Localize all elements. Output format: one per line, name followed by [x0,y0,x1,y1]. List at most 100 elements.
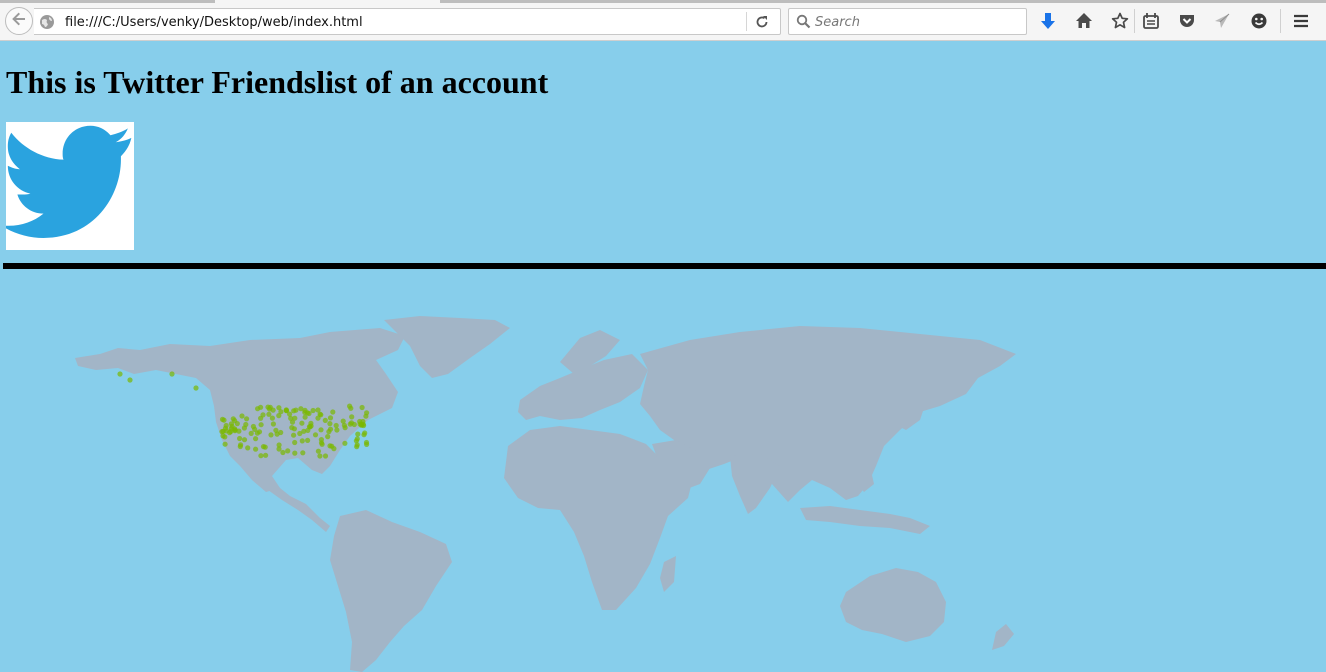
friend-location-dot [306,410,312,417]
friend-location-dot [317,453,323,459]
friend-location-dot [278,429,284,436]
menu-icon[interactable] [1291,11,1311,31]
friend-location-dot [308,423,314,429]
friend-location-dot [258,422,264,428]
friend-location-dot [334,427,340,433]
friend-location-dot [263,452,269,458]
friend-location-dot [291,408,297,414]
world-map [75,316,1016,672]
friend-location-dot [270,421,276,427]
tab-strip-edge [0,0,215,3]
friend-location-dot [258,453,264,459]
friend-location-dot [262,444,268,450]
friend-location-dot [241,437,248,443]
friend-location-dot [169,371,175,377]
friend-location-dot [299,420,305,426]
friend-location-dot [222,434,228,440]
friend-location-dot [292,450,298,456]
friend-location-dot [349,414,355,420]
friend-location-dot [342,440,348,446]
friend-location-dot [280,449,286,456]
friend-location-dot [315,415,321,421]
north-america [75,328,405,492]
twitter-bird-icon [6,125,132,238]
bookmark-star-icon[interactable] [1110,11,1130,31]
search-bar[interactable]: Search [788,8,1027,35]
friend-location-dot [117,371,123,377]
friend-location-dot [327,415,334,421]
friend-location-dot [239,413,245,419]
friend-location-dot [238,442,244,448]
friend-location-dot [330,409,336,415]
url-text[interactable]: file:///C:/Users/venky/Desktop/web/index… [65,15,363,30]
friend-location-dot [245,445,251,451]
friend-location-dot [250,423,256,430]
friend-location-dot [268,432,274,438]
friend-location-dot [237,435,243,442]
greenland [384,316,510,378]
friend-location-dot [363,439,370,446]
reading-list-icon[interactable] [1141,11,1161,31]
friend-location-dot [362,430,368,436]
friend-location-dot [322,453,329,459]
send-icon[interactable] [1212,11,1232,31]
friend-location-dot [273,427,279,433]
friend-location-dot [340,418,346,424]
friend-location-dot [291,432,297,438]
friend-location-dot [342,425,348,431]
friend-location-dot [285,448,291,454]
tab-strip-edge [440,0,1326,3]
friend-location-dot [287,411,293,417]
horizontal-rule [3,263,1326,269]
friend-location-dot [266,411,272,417]
friend-location-dot [298,406,304,412]
new-zealand [992,624,1014,650]
download-icon[interactable] [1038,11,1058,31]
friend-location-dot [297,430,303,437]
toolbar-separator [1134,9,1135,33]
url-bar[interactable]: file:///C:/Users/venky/Desktop/web/index… [34,8,781,35]
url-separator [746,12,747,31]
friend-location-dot [266,406,273,412]
back-icon [11,11,27,32]
friend-location-dot [232,418,238,424]
friend-location-dot [364,410,370,416]
friend-location-dot [258,415,264,421]
friend-location-dot [193,385,199,391]
australia [840,568,946,642]
friend-location-dot [289,419,296,425]
friend-location-dot [243,421,249,428]
friend-location-dot [318,440,325,446]
search-placeholder: Search [815,15,860,30]
smiley-icon[interactable] [1249,11,1269,31]
friend-location-dot [256,429,263,435]
friend-location-dot [276,446,282,452]
friend-location-dot [327,421,333,427]
twitter-logo [6,122,134,250]
central-america [268,480,330,532]
home-icon[interactable] [1074,11,1094,31]
friend-location-dot [253,446,259,452]
friend-location-dot [299,438,305,444]
friend-location-dot [357,418,363,425]
friend-location-dot [325,434,331,440]
back-button[interactable] [5,7,33,35]
friend-location-dot [127,377,133,383]
friend-location-dot [327,426,334,432]
toolbar-separator [1280,9,1281,33]
friend-location-dot [348,420,355,426]
pocket-icon[interactable] [1177,11,1197,31]
south-america [330,510,452,672]
friend-location-dot [292,439,298,446]
friend-location-dot [222,441,228,447]
friend-location-dot [221,417,227,423]
friend-location-dot [315,448,321,454]
madagascar [660,556,676,592]
friend-location-dot [248,430,254,436]
reload-icon[interactable] [754,14,770,35]
friend-location-dot [355,431,361,437]
page-title: This is Twitter Friendslist of an accoun… [6,64,549,100]
friend-location-dot [244,416,250,422]
friend-location-dot [289,425,295,431]
friend-location-dot [354,444,360,450]
